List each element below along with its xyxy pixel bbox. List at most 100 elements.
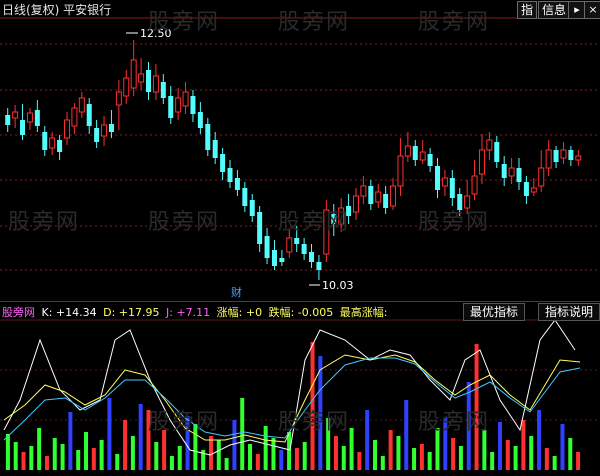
fall-value: 跌幅: -0.005	[268, 306, 334, 319]
indicator-bar	[5, 434, 10, 470]
candle-body	[397, 155, 404, 187]
candle-body	[375, 191, 382, 203]
candle-body	[227, 168, 233, 182]
candle-body	[360, 185, 367, 197]
indicator-bar	[216, 440, 221, 470]
candle-body	[94, 128, 100, 142]
candle-body	[57, 140, 63, 152]
candle-body	[383, 194, 389, 208]
indicator-bar	[52, 438, 57, 470]
indicator-bar	[84, 432, 89, 470]
candle-body	[42, 132, 48, 150]
candle-body	[279, 258, 285, 262]
indicator-bar	[302, 442, 307, 470]
indicator-bar	[123, 420, 128, 470]
indicator-bar	[310, 342, 315, 470]
tab-best-indicator[interactable]: 最优指标	[463, 303, 526, 321]
candle-body	[182, 91, 189, 107]
indicator-bar	[505, 440, 510, 470]
candle-body	[309, 252, 315, 262]
indicator-bar	[44, 456, 49, 470]
indicator-bar	[271, 438, 276, 470]
indicator-bar	[482, 430, 487, 470]
candle-body	[138, 73, 145, 83]
indicator-bar	[544, 448, 549, 470]
indicator-bar	[60, 444, 65, 470]
indicator-bar	[412, 448, 417, 470]
finance-marker: 财	[231, 285, 242, 299]
rise-value: 涨幅: +0	[216, 306, 263, 319]
candle-body	[538, 167, 545, 187]
indicator-bar	[349, 428, 354, 470]
chart-canvas: 12.50 10.03 财	[0, 17, 600, 470]
candle-body	[427, 154, 433, 166]
d-value: D: +17.95	[103, 306, 160, 319]
candle-body	[346, 206, 352, 216]
indicator-bar	[255, 454, 260, 470]
indicator-bar	[490, 452, 495, 470]
candle-body	[130, 59, 137, 89]
indicator-bar	[497, 422, 502, 470]
indicator-bar	[466, 382, 471, 470]
candle-body	[294, 238, 300, 244]
candle-body	[20, 120, 26, 135]
candle-body	[471, 175, 478, 195]
indicator-bar	[146, 410, 151, 470]
indicator-bar	[162, 430, 167, 470]
candle-body	[168, 96, 174, 118]
indicator-bar	[365, 410, 370, 470]
indicator-bar	[513, 446, 518, 470]
indicator-bar	[435, 428, 440, 470]
candle-body	[545, 149, 552, 169]
high-price-label: 12.50	[140, 27, 172, 40]
indicator-bar	[193, 424, 198, 470]
indicator-bar	[130, 436, 135, 470]
low-price-label: 10.03	[322, 279, 354, 292]
indicator-bar	[279, 450, 284, 470]
candle-body	[331, 214, 337, 224]
indicator-bar	[208, 436, 213, 470]
candle-body	[190, 96, 196, 114]
indicator-bar	[458, 446, 463, 470]
close-button[interactable]: ×	[584, 1, 600, 19]
indicator-bar	[427, 452, 432, 470]
indicator-bar	[29, 446, 34, 470]
indicator-bar	[529, 436, 534, 470]
chart-title: 日线(复权) 平安银行	[2, 3, 112, 17]
candle-body	[390, 185, 397, 207]
indicator-bar	[154, 442, 159, 470]
max-rise-label: 最高涨幅:	[339, 306, 388, 319]
candle-body	[501, 164, 507, 178]
candle-body	[257, 212, 263, 244]
j-value: J: +7.11	[166, 306, 211, 319]
candle-body	[494, 142, 500, 162]
candle-body	[486, 139, 493, 151]
candle-body	[464, 195, 471, 209]
candle-body	[160, 82, 166, 98]
candle-body	[108, 124, 114, 132]
tab-indicator-help[interactable]: 指标说明	[538, 303, 600, 321]
index-button[interactable]: 指	[517, 1, 538, 19]
candle-body	[338, 207, 345, 225]
candle-body	[212, 140, 218, 158]
indicator-bar	[232, 420, 237, 470]
candle-body	[301, 244, 307, 254]
candle-body	[34, 110, 40, 126]
candle-body	[271, 250, 277, 266]
info-button[interactable]: 信息	[538, 1, 571, 19]
indicator-bar	[185, 416, 190, 470]
indicator-bar	[224, 458, 229, 470]
candle-body	[49, 137, 56, 149]
indicator-bar	[341, 446, 346, 470]
indicator-bar	[115, 454, 120, 470]
indicator-bar	[177, 446, 182, 470]
candle-body	[152, 75, 159, 93]
indicator-bar	[13, 442, 18, 470]
candle-body	[175, 97, 182, 113]
candle-body	[323, 209, 330, 255]
indicator-bar	[91, 448, 96, 470]
indicator-bar	[521, 420, 526, 470]
indicator-bar	[451, 438, 456, 470]
candle-body	[78, 97, 85, 113]
candle-body	[115, 91, 122, 106]
